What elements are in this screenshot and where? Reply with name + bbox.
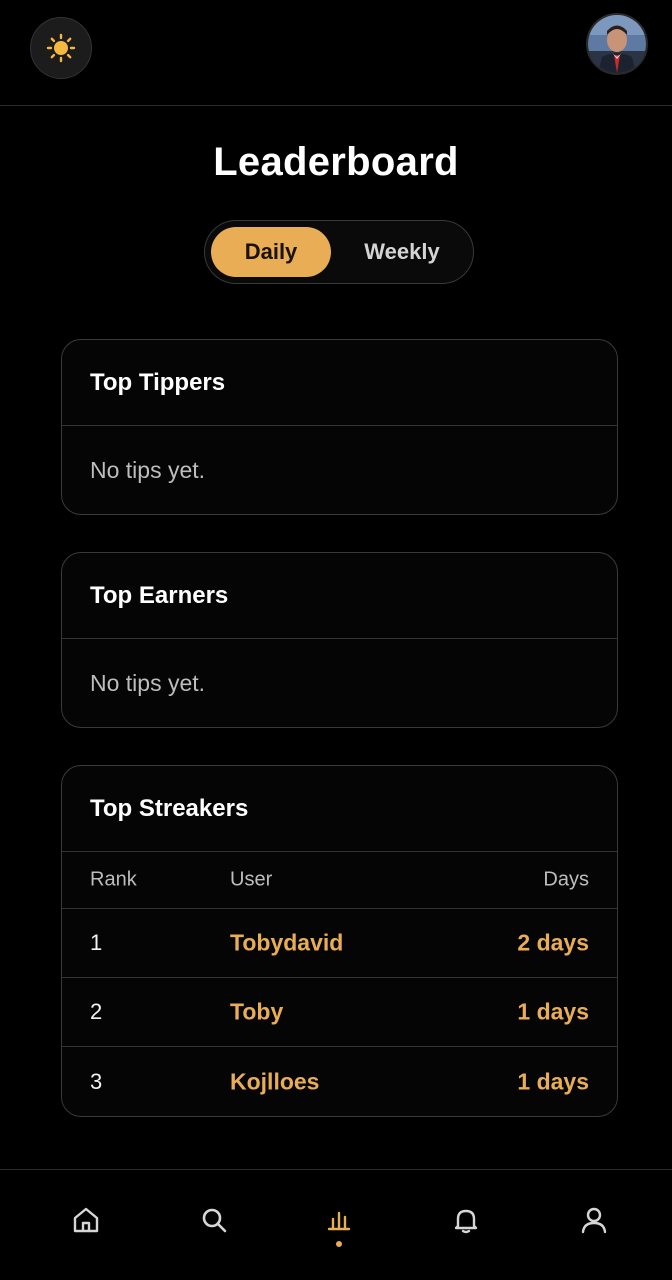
table-row: 3 Kojlloes 1 days — [62, 1047, 617, 1116]
tab-daily[interactable]: Daily — [211, 227, 331, 277]
top-tippers-empty-text: No tips yet. — [90, 456, 206, 483]
column-header-user: User — [230, 868, 273, 891]
leaderboard-icon — [327, 1211, 351, 1231]
nav-profile-button[interactable] — [574, 1200, 614, 1240]
days-cell: 1 days — [517, 1068, 589, 1094]
user-avatar-image — [588, 15, 646, 73]
leaderboard-screen: Leaderboard Daily Weekly Top Tippers No … — [0, 0, 672, 1280]
top-tippers-card: Top Tippers No tips yet. — [61, 339, 618, 515]
nav-home-button[interactable] — [66, 1200, 106, 1240]
days-cell: 1 days — [517, 998, 589, 1025]
table-row: 1 Tobydavid 2 days — [62, 909, 617, 978]
avatar[interactable] — [586, 13, 648, 75]
user-link[interactable]: Kojlloes — [230, 1068, 319, 1095]
profile-icon — [581, 1207, 607, 1234]
nav-notifications-button[interactable] — [446, 1200, 486, 1240]
rank-cell: 3 — [90, 1068, 103, 1094]
top-bar — [0, 0, 672, 106]
top-streakers-card: Top Streakers Rank User Days 1 Tobydavid… — [61, 765, 618, 1117]
tab-weekly[interactable]: Weekly — [339, 227, 465, 277]
period-toggle: Daily Weekly — [204, 220, 474, 284]
nav-leaderboard-button[interactable] — [319, 1200, 359, 1240]
user-link[interactable]: Tobydavid — [230, 930, 343, 957]
table-header: Rank User Days — [62, 852, 617, 909]
top-tippers-title: Top Tippers — [62, 340, 617, 426]
theme-toggle-button[interactable] — [30, 17, 92, 79]
bottom-nav — [0, 1169, 672, 1280]
sun-icon — [46, 33, 76, 63]
nav-search-button[interactable] — [194, 1200, 234, 1240]
rank-cell: 2 — [90, 999, 103, 1024]
bell-icon — [454, 1209, 478, 1234]
days-cell: 2 days — [517, 929, 589, 956]
search-icon — [202, 1208, 227, 1233]
page-title: Leaderboard — [213, 140, 459, 184]
column-header-rank: Rank — [90, 868, 137, 891]
top-earners-title: Top Earners — [62, 553, 617, 639]
table-row: 2 Toby 1 days — [62, 978, 617, 1047]
rank-cell: 1 — [90, 930, 103, 955]
active-indicator-dot — [336, 1241, 342, 1247]
top-earners-empty-text: No tips yet. — [90, 669, 206, 696]
top-streakers-title: Top Streakers — [62, 766, 617, 852]
home-icon — [73, 1207, 99, 1233]
column-header-days: Days — [543, 868, 589, 891]
user-link[interactable]: Toby — [230, 999, 283, 1026]
top-earners-card: Top Earners No tips yet. — [61, 552, 618, 728]
